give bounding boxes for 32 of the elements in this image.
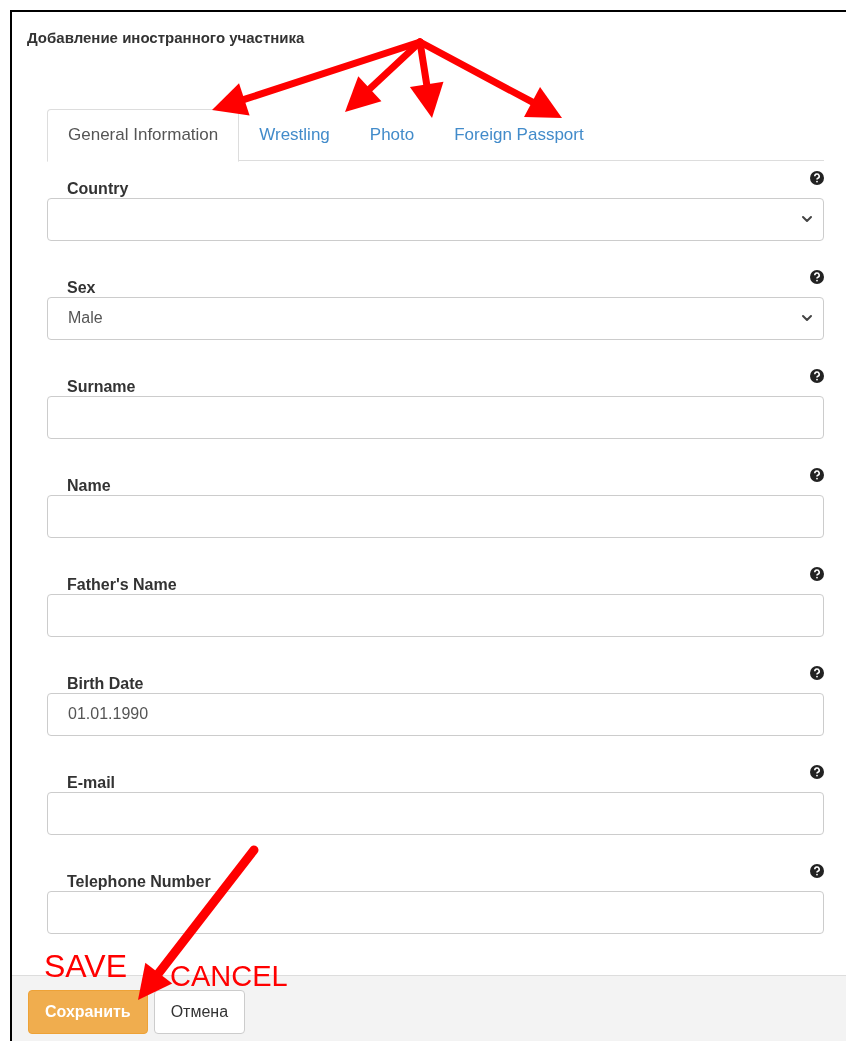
help-icon[interactable] (810, 170, 824, 185)
dialog-title: Добавление иностранного участника (27, 28, 306, 48)
cancel-button[interactable]: Отмена (153, 990, 246, 1034)
input-field[interactable] (47, 890, 824, 934)
annotation-text: SAVE (44, 950, 127, 982)
field-label: Surname (67, 376, 136, 397)
input-field[interactable] (47, 494, 824, 538)
help-icon[interactable] (810, 764, 824, 779)
field-label: Name (67, 475, 111, 496)
field-label: Birth Date (67, 673, 144, 694)
help-icon[interactable] (810, 863, 824, 878)
tab[interactable]: Photo (349, 108, 435, 161)
help-icon[interactable] (810, 368, 824, 383)
tab[interactable]: Foreign Passport (434, 108, 604, 161)
help-icon[interactable] (810, 566, 824, 581)
select-field[interactable]: Male (47, 296, 824, 340)
input-field[interactable] (47, 791, 824, 835)
field-label: E-mail (67, 772, 115, 793)
field-label: Country (67, 178, 129, 199)
field-label: Sex (67, 277, 96, 298)
field-label: Telephone Number (67, 871, 211, 892)
tab[interactable]: General Information (47, 108, 240, 162)
help-icon[interactable] (810, 269, 824, 284)
input-field[interactable] (47, 593, 824, 637)
select-field[interactable] (47, 197, 824, 241)
help-icon[interactable] (810, 467, 824, 482)
tab[interactable]: Wrestling (239, 108, 350, 161)
field-label: Father's Name (67, 574, 177, 595)
input-field[interactable]: 01.01.1990 (47, 692, 824, 736)
annotation-text: CANCEL (170, 962, 288, 991)
input-field[interactable] (47, 395, 824, 439)
help-icon[interactable] (810, 665, 824, 680)
